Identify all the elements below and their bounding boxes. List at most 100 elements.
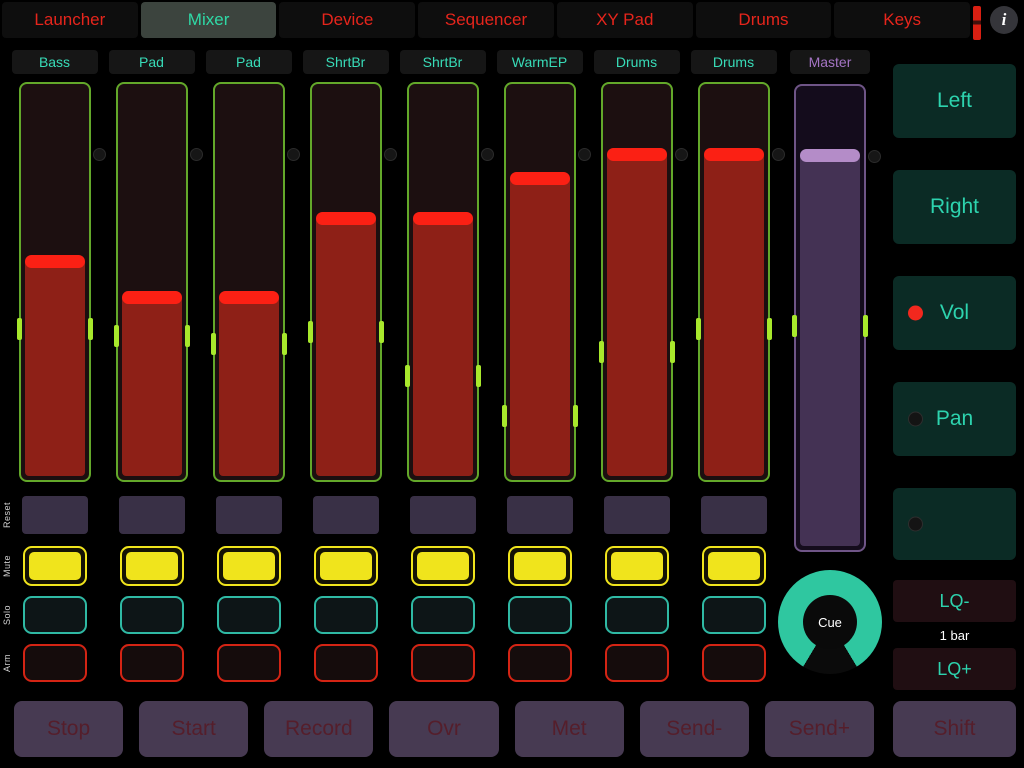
shift-button[interactable]: Shift <box>893 701 1016 757</box>
info-button[interactable]: i <box>990 6 1018 34</box>
track-name[interactable]: ShrtBr <box>303 50 389 74</box>
left-button[interactable]: Left <box>893 64 1016 138</box>
master-label[interactable]: Master <box>790 50 870 74</box>
solo-button[interactable] <box>411 596 475 634</box>
arm-button[interactable] <box>702 644 766 682</box>
volume-fader[interactable] <box>504 82 576 482</box>
mute-button[interactable] <box>411 546 475 586</box>
fader-handle[interactable] <box>316 212 376 225</box>
meter-tick <box>573 405 578 427</box>
pan-knob[interactable] <box>93 148 106 161</box>
track-name[interactable]: Bass <box>12 50 98 74</box>
fader-handle[interactable] <box>25 255 85 268</box>
tab-drums[interactable]: Drums <box>696 2 832 38</box>
volume-fader[interactable] <box>310 82 382 482</box>
ovr-button[interactable]: Ovr <box>389 701 498 757</box>
cue-knob[interactable]: Cue <box>778 570 882 674</box>
pan-knob[interactable] <box>772 148 785 161</box>
channel-strip: ShrtBr <box>394 50 491 682</box>
pan-knob[interactable] <box>675 148 688 161</box>
blank-mode-button[interactable] <box>893 488 1016 560</box>
reset-button[interactable] <box>410 496 476 534</box>
pan-label: Pan <box>936 407 973 431</box>
solo-button[interactable] <box>605 596 669 634</box>
arm-button[interactable] <box>23 644 87 682</box>
meter-tick <box>17 318 22 340</box>
mute-button[interactable] <box>508 546 572 586</box>
pan-knob[interactable] <box>190 148 203 161</box>
tab-sequencer[interactable]: Sequencer <box>418 2 554 38</box>
reset-button[interactable] <box>313 496 379 534</box>
track-name[interactable]: Drums <box>594 50 680 74</box>
pan-knob[interactable] <box>384 148 397 161</box>
pan-knob[interactable] <box>481 148 494 161</box>
reset-button[interactable] <box>216 496 282 534</box>
solo-button[interactable] <box>702 596 766 634</box>
fader-handle[interactable] <box>510 172 570 185</box>
fader-handle[interactable] <box>219 291 279 304</box>
solo-button[interactable] <box>508 596 572 634</box>
fader-handle[interactable] <box>413 212 473 225</box>
fader-handle[interactable] <box>704 148 764 161</box>
solo-button[interactable] <box>314 596 378 634</box>
arm-button[interactable] <box>605 644 669 682</box>
mute-button[interactable] <box>702 546 766 586</box>
arm-button[interactable] <box>314 644 378 682</box>
mute-button[interactable] <box>217 546 281 586</box>
pan-knob[interactable] <box>578 148 591 161</box>
pan-knob[interactable] <box>287 148 300 161</box>
track-name[interactable]: ShrtBr <box>400 50 486 74</box>
arm-button[interactable] <box>120 644 184 682</box>
track-name[interactable]: Pad <box>206 50 292 74</box>
tab-keys[interactable]: Keys <box>834 2 970 38</box>
mute-fill <box>514 552 566 580</box>
tab-mixer[interactable]: Mixer <box>141 2 277 38</box>
tab-xy-pad[interactable]: XY Pad <box>557 2 693 38</box>
track-name[interactable]: Pad <box>109 50 195 74</box>
track-name[interactable]: Drums <box>691 50 777 74</box>
mute-fill <box>708 552 760 580</box>
arm-button[interactable] <box>508 644 572 682</box>
mute-fill <box>223 552 275 580</box>
solo-button[interactable] <box>23 596 87 634</box>
lq-minus-button[interactable]: LQ- <box>893 580 1016 622</box>
right-button[interactable]: Right <box>893 170 1016 244</box>
pan-knob[interactable] <box>868 150 881 163</box>
reset-button[interactable] <box>604 496 670 534</box>
arm-button[interactable] <box>217 644 281 682</box>
solo-button[interactable] <box>217 596 281 634</box>
tab-device[interactable]: Device <box>279 2 415 38</box>
pan-button[interactable]: Pan <box>893 382 1016 456</box>
tab-launcher[interactable]: Launcher <box>2 2 138 38</box>
reset-button[interactable] <box>507 496 573 534</box>
volume-fader[interactable] <box>698 82 770 482</box>
track-name[interactable]: WarmEP <box>497 50 583 74</box>
master-fader[interactable] <box>794 84 866 552</box>
volume-fader[interactable] <box>116 82 188 482</box>
mute-button[interactable] <box>23 546 87 586</box>
lq-plus-button[interactable]: LQ+ <box>893 648 1016 690</box>
mute-button[interactable] <box>120 546 184 586</box>
start-button[interactable]: Start <box>139 701 248 757</box>
mute-button[interactable] <box>605 546 669 586</box>
vol-button[interactable]: Vol <box>893 276 1016 350</box>
stop-button[interactable]: Stop <box>14 701 123 757</box>
reset-button[interactable] <box>701 496 767 534</box>
fader-handle[interactable] <box>607 148 667 161</box>
arm-button[interactable] <box>411 644 475 682</box>
send-minus-button[interactable]: Send- <box>640 701 749 757</box>
met-button[interactable]: Met <box>515 701 624 757</box>
fader-handle[interactable] <box>122 291 182 304</box>
mute-button[interactable] <box>314 546 378 586</box>
reset-button[interactable] <box>22 496 88 534</box>
send-plus-button[interactable]: Send+ <box>765 701 874 757</box>
volume-fader[interactable] <box>213 82 285 482</box>
record-button[interactable]: Record <box>264 701 373 757</box>
solo-button[interactable] <box>120 596 184 634</box>
volume-fader[interactable] <box>407 82 479 482</box>
volume-fader[interactable] <box>601 82 673 482</box>
volume-fader[interactable] <box>19 82 91 482</box>
reset-button[interactable] <box>119 496 185 534</box>
fader-handle[interactable] <box>800 149 860 162</box>
meter-tick <box>88 318 93 340</box>
